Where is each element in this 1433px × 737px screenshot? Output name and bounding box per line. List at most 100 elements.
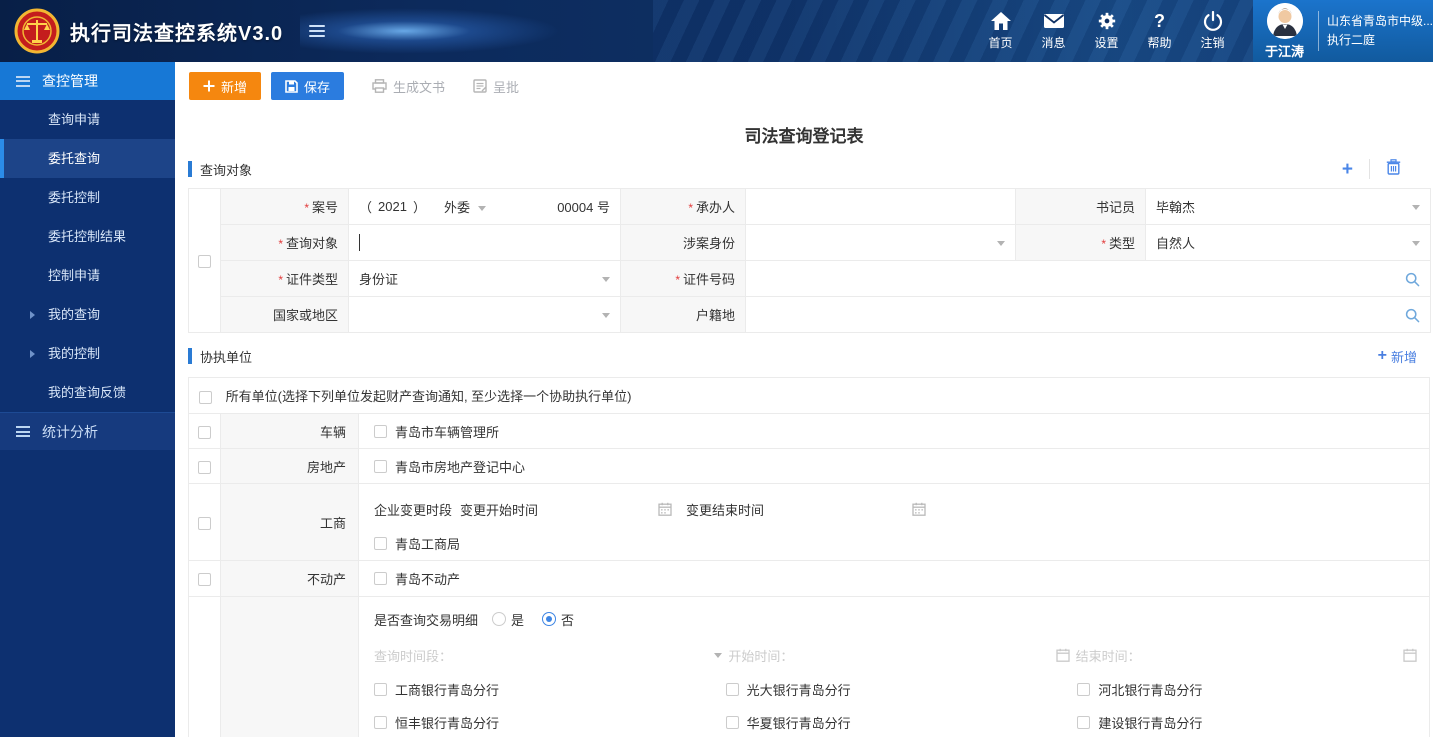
header-menu-icon[interactable] — [309, 22, 326, 40]
bank-checkbox[interactable] — [374, 716, 387, 729]
realestate-row-checkbox[interactable] — [198, 460, 211, 474]
immovable-row-checkbox[interactable] — [198, 573, 211, 587]
home-icon — [990, 11, 1012, 31]
calendar-icon[interactable] — [658, 502, 672, 516]
sidebar-item-entrusted-query[interactable]: 委托查询 — [0, 139, 175, 178]
sidebar-item-control-application[interactable]: 控制申请 — [0, 256, 175, 295]
unit-checkbox[interactable] — [374, 459, 387, 473]
yes-label: 是 — [511, 612, 525, 628]
detail-no-radio[interactable] — [542, 612, 557, 626]
bank-checkbox[interactable] — [725, 683, 739, 696]
all-units-label: 所有单位(选择下列单位发起财产查询通知, 至少选择一个协助执行单位) — [225, 389, 632, 404]
generate-document-button[interactable]: 生成文书 — [372, 77, 445, 96]
bank-checkbox[interactable] — [374, 683, 387, 696]
type-dropdown[interactable]: 自然人 — [1145, 224, 1431, 261]
print-icon — [372, 79, 387, 93]
bank-checkbox-item[interactable]: 建设银行青岛分行 — [1077, 713, 1429, 732]
vehicle-row-checkbox[interactable] — [198, 425, 211, 439]
submit-approval-button[interactable]: 呈批 — [473, 77, 519, 96]
table-row: 工商 企业变更时段 变更开始时间 变更结束时间 青岛工商局 — [188, 483, 1430, 561]
assist-units-table: 所有单位(选择下列单位发起财产查询通知, 至少选择一个协助执行单位) 车辆 青岛… — [188, 377, 1430, 737]
query-target-table: * 案号 （ 2021 ） 外委 00004 号 * 承办人 书记员 毕翰杰 * 查询… — [188, 188, 1431, 333]
power-icon — [1203, 11, 1223, 31]
bank-checkbox[interactable] — [725, 716, 739, 729]
table-row: 房地产 青岛市房地产登记中心 — [188, 448, 1430, 484]
sidebar-item-entrusted-control[interactable]: 委托控制 — [0, 178, 175, 217]
calendar-icon[interactable] — [1056, 648, 1070, 662]
cert-type-label: * 证件类型 — [220, 260, 349, 297]
toolbar: 新增 保存 生成文书 呈批 — [175, 62, 1433, 110]
all-units-checkbox[interactable] — [199, 391, 212, 405]
business-row-checkbox[interactable] — [198, 516, 211, 530]
cert-number-input[interactable] — [745, 260, 1431, 297]
bank-checkbox[interactable] — [1077, 683, 1091, 696]
sidebar-item-my-control[interactable]: 我的控制 — [0, 334, 175, 373]
unit-label: 青岛不动产 — [395, 572, 461, 587]
user-court: 山东省青岛市中级... — [1326, 14, 1433, 28]
sidebar-item-my-query-feedback[interactable]: 我的查询反馈 — [0, 373, 175, 412]
business-period-label: 企业变更时段 — [374, 502, 453, 518]
country-label: 国家或地区 — [220, 296, 349, 333]
residence-label: 户籍地 — [620, 296, 746, 333]
nav-help[interactable]: ? 帮助 — [1133, 11, 1186, 51]
table-row: * 证件类型 身份证 * 证件号码 — [189, 260, 1431, 297]
add-button[interactable]: 新增 — [189, 72, 262, 100]
start-time-label: 开始时间： — [728, 648, 794, 664]
delete-row-button[interactable] — [1370, 158, 1417, 180]
save-button[interactable]: 保存 — [271, 72, 345, 100]
bank-checkbox-item[interactable]: 华夏银行青岛分行 — [725, 713, 1078, 732]
menu-list-icon — [16, 424, 30, 440]
cert-type-dropdown[interactable]: 身份证 — [348, 260, 621, 297]
search-icon[interactable] — [1405, 308, 1420, 326]
sidebar-item-query-application[interactable]: 查询申请 — [0, 100, 175, 139]
nav-settings[interactable]: 设置 — [1080, 11, 1133, 51]
case-number-field[interactable]: （ 2021 ） 外委 00004 号 — [348, 188, 621, 225]
query-target-section-header: 查询对象 + — [175, 152, 1433, 186]
case-type-dropdown[interactable]: 外委 — [444, 197, 486, 216]
country-dropdown[interactable] — [348, 296, 621, 333]
detail-yes-radio[interactable] — [492, 612, 507, 626]
clerk-dropdown[interactable]: 毕翰杰 — [1145, 188, 1431, 225]
bank-label: 工商银行青岛分行 — [395, 683, 500, 698]
bank-label: 华夏银行青岛分行 — [746, 716, 851, 731]
unit-checkbox[interactable] — [374, 572, 387, 585]
search-icon[interactable] — [1405, 272, 1420, 290]
sidebar-section-statistics[interactable]: 统计分析 — [0, 412, 175, 450]
plus-icon: + — [1377, 347, 1387, 364]
residence-input[interactable] — [745, 296, 1431, 333]
sidebar-item-entrusted-control-result[interactable]: 委托控制结果 — [0, 217, 175, 256]
bank-checkbox-item[interactable]: 河北银行青岛分行 — [1077, 680, 1429, 699]
main-content: 新增 保存 生成文书 呈批 司法查询登记表 查询对象 + * 案号 （ 2021… — [175, 62, 1433, 737]
immovable-category-label: 不动产 — [220, 560, 359, 597]
calendar-icon[interactable] — [912, 502, 926, 516]
sidebar-item-my-query[interactable]: 我的查询 — [0, 295, 175, 334]
unit-checkbox[interactable] — [374, 424, 387, 438]
nav-logout[interactable]: 注销 — [1186, 11, 1239, 51]
table-row: * 案号 （ 2021 ） 外委 00004 号 * 承办人 书记员 毕翰杰 — [188, 188, 1431, 333]
add-row-button[interactable]: + — [1326, 160, 1369, 179]
table-row: 国家或地区 户籍地 — [189, 296, 1431, 333]
unit-checkbox[interactable] — [374, 537, 387, 550]
row-checkbox[interactable] — [198, 255, 211, 269]
app-title: 执行司法查控系统V3.0 — [70, 22, 284, 45]
chevron-down-icon — [602, 277, 610, 282]
bank-checkbox-item[interactable]: 工商银行青岛分行 — [374, 680, 726, 699]
nav-home[interactable]: 首页 — [974, 11, 1027, 51]
identity-dropdown[interactable] — [745, 224, 1016, 261]
question-icon: ? — [1154, 11, 1165, 31]
bank-checkbox-item[interactable]: 光大银行青岛分行 — [725, 680, 1078, 699]
bank-checkbox[interactable] — [1077, 716, 1091, 729]
query-target-input[interactable] — [348, 224, 621, 261]
user-department: 执行二庭 — [1326, 33, 1375, 47]
plus-icon — [203, 80, 215, 92]
unit-label: 青岛工商局 — [395, 537, 461, 552]
calendar-icon[interactable] — [1403, 648, 1417, 662]
user-panel[interactable]: 于江涛 山东省青岛市中级... 执行二庭 — [1253, 0, 1433, 62]
nav-messages[interactable]: 消息 — [1027, 11, 1080, 51]
bank-checkbox-item[interactable]: 恒丰银行青岛分行 — [374, 713, 726, 732]
table-row: 不动产 青岛不动产 — [188, 560, 1430, 597]
sidebar-section-query-control[interactable]: 查控管理 — [0, 62, 175, 100]
add-unit-button[interactable]: + 新增 — [1378, 347, 1417, 366]
handler-field[interactable] — [745, 188, 1016, 225]
menu-list-icon — [16, 73, 30, 89]
